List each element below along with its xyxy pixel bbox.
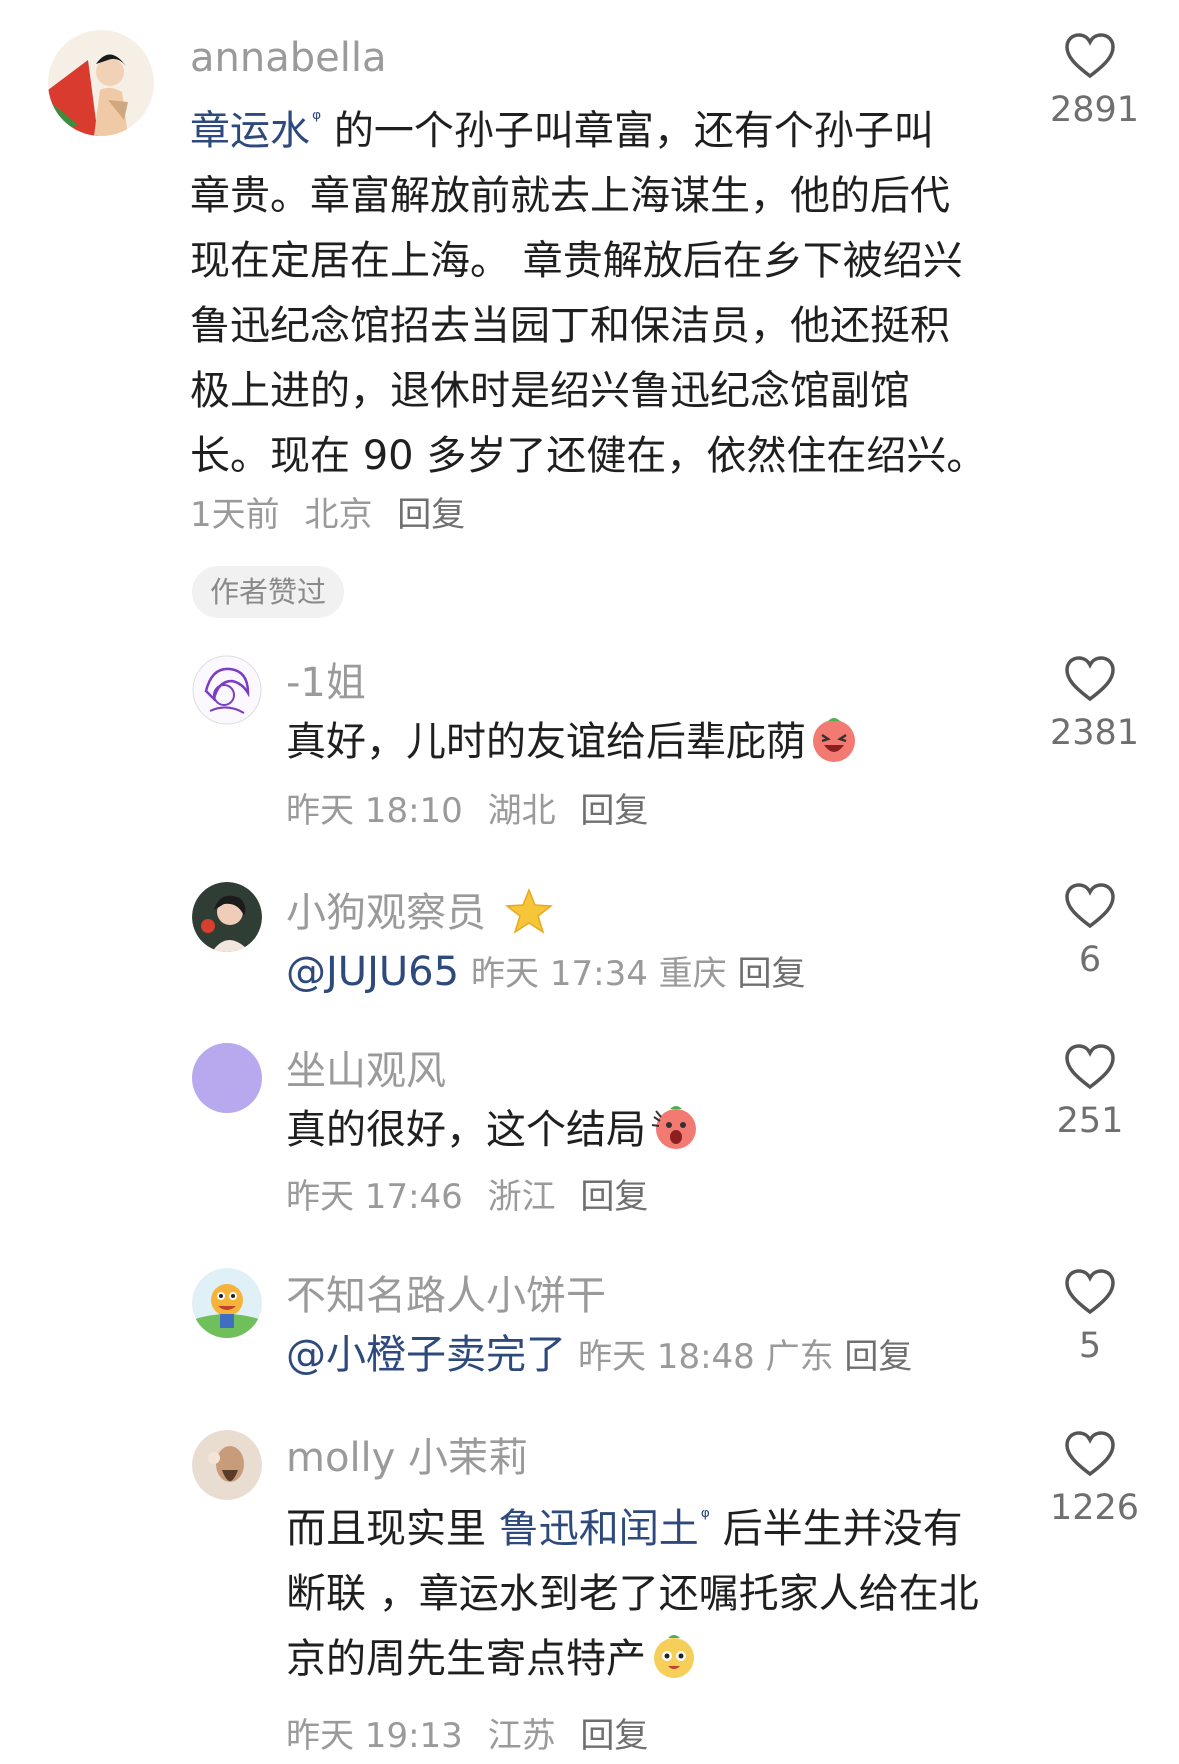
reply-button[interactable]: 回复 xyxy=(844,1337,912,1377)
avatar[interactable] xyxy=(192,1430,262,1500)
reply-button[interactable]: 回复 xyxy=(580,1716,648,1756)
like-button[interactable]: 5 xyxy=(1050,1268,1130,1366)
like-count: 6 xyxy=(1078,940,1102,980)
shocked-emoji-icon xyxy=(650,1103,698,1151)
mention-link[interactable]: @JUJU65 xyxy=(286,949,459,995)
comment-time: 昨天 18:48 xyxy=(578,1337,755,1377)
comment-time: 1天前 xyxy=(190,495,280,535)
comment-username[interactable]: 小狗观察员 xyxy=(286,887,553,935)
comment-link[interactable]: 章运水 xyxy=(190,108,310,154)
reply-button[interactable]: 回复 xyxy=(580,791,648,831)
comment-username[interactable]: annabella xyxy=(190,36,386,80)
heart-icon[interactable] xyxy=(1064,882,1116,930)
comment-location: 北京 xyxy=(304,495,373,535)
search-icon[interactable]: ᵠ xyxy=(701,1505,710,1530)
comment-time: 昨天 19:13 xyxy=(286,1716,463,1756)
comment-meta: 1天前 北京 回复 xyxy=(190,495,479,535)
heart-icon[interactable] xyxy=(1064,1430,1116,1478)
laughing-emoji-icon xyxy=(810,715,858,763)
comment-text: 真好，儿时的友谊给后辈庇荫 xyxy=(286,710,936,775)
like-button[interactable]: 6 xyxy=(1050,882,1130,980)
comment-meta: 昨天 18:10 湖北 回复 xyxy=(286,791,662,831)
comment-username[interactable]: 坐山观风 xyxy=(286,1049,446,1093)
avatar[interactable] xyxy=(192,1268,262,1338)
like-button[interactable]: 1226 xyxy=(1050,1430,1140,1528)
like-button[interactable]: 2891 xyxy=(1050,32,1140,130)
like-count: 5 xyxy=(1078,1326,1102,1366)
comment-location: 广东 xyxy=(765,1337,834,1377)
comment-meta: 昨天 19:13 江苏 回复 xyxy=(286,1716,662,1756)
comment-text: 真的很好，这个结局 xyxy=(286,1098,698,1163)
like-button[interactable]: 251 xyxy=(1050,1043,1130,1141)
avatar[interactable] xyxy=(192,882,262,952)
comment-time: 昨天 17:46 xyxy=(286,1177,463,1217)
smiling-emoji-icon xyxy=(650,1632,698,1680)
avatar[interactable] xyxy=(192,1043,262,1113)
star-icon xyxy=(504,887,553,934)
avatar[interactable] xyxy=(192,655,262,725)
like-count: 2381 xyxy=(1050,713,1140,753)
comment-text: @小橙子卖完了 昨天 18:48 广东 回复 xyxy=(286,1323,912,1390)
comment-location: 重庆 xyxy=(658,954,727,994)
comment-link[interactable]: 鲁迅和闰土 xyxy=(499,1506,699,1552)
reply-button[interactable]: 回复 xyxy=(397,495,465,535)
comment-username[interactable]: 不知名路人小饼干 xyxy=(286,1274,606,1318)
comment-location: 湖北 xyxy=(487,791,556,831)
comment-text: 而且现实里 鲁迅和闰土ᵠ 后半生并没有 断联 ，章运水到老了还嘱托家人给在北 京… xyxy=(286,1505,979,1682)
like-count: 2891 xyxy=(1050,90,1140,130)
comment-time: 昨天 18:10 xyxy=(286,791,463,831)
comment-text: 章运水ᵠ 的一个孙子叫章富，还有个孙子叫 章贵。章富解放前就去上海谋生，他的后代… xyxy=(190,107,987,479)
comment-time: 昨天 17:34 xyxy=(471,954,648,994)
mention-link[interactable]: @小橙子卖完了 xyxy=(286,1332,566,1378)
heart-icon[interactable] xyxy=(1064,1043,1116,1091)
comment-location: 江苏 xyxy=(487,1716,556,1756)
heart-icon[interactable] xyxy=(1064,655,1116,703)
reply-button[interactable]: 回复 xyxy=(580,1177,648,1217)
like-count: 251 xyxy=(1056,1101,1124,1141)
search-icon[interactable]: ᵠ xyxy=(312,107,321,132)
like-button[interactable]: 2381 xyxy=(1050,655,1140,753)
comment-meta: 昨天 17:46 浙江 回复 xyxy=(286,1177,662,1217)
author-liked-badge: 作者赞过 xyxy=(192,566,345,618)
like-count: 1226 xyxy=(1050,1488,1140,1528)
heart-icon[interactable] xyxy=(1064,1268,1116,1316)
heart-icon[interactable] xyxy=(1064,32,1116,80)
comment-location: 浙江 xyxy=(487,1177,556,1217)
comment-username[interactable]: molly 小茉莉 xyxy=(286,1436,528,1480)
avatar[interactable] xyxy=(48,30,154,136)
reply-button[interactable]: 回复 xyxy=(737,954,805,994)
comment-text: @JUJU65 昨天 17:34 重庆 回复 xyxy=(286,940,805,1007)
comment-username[interactable]: -1姐 xyxy=(286,661,366,705)
